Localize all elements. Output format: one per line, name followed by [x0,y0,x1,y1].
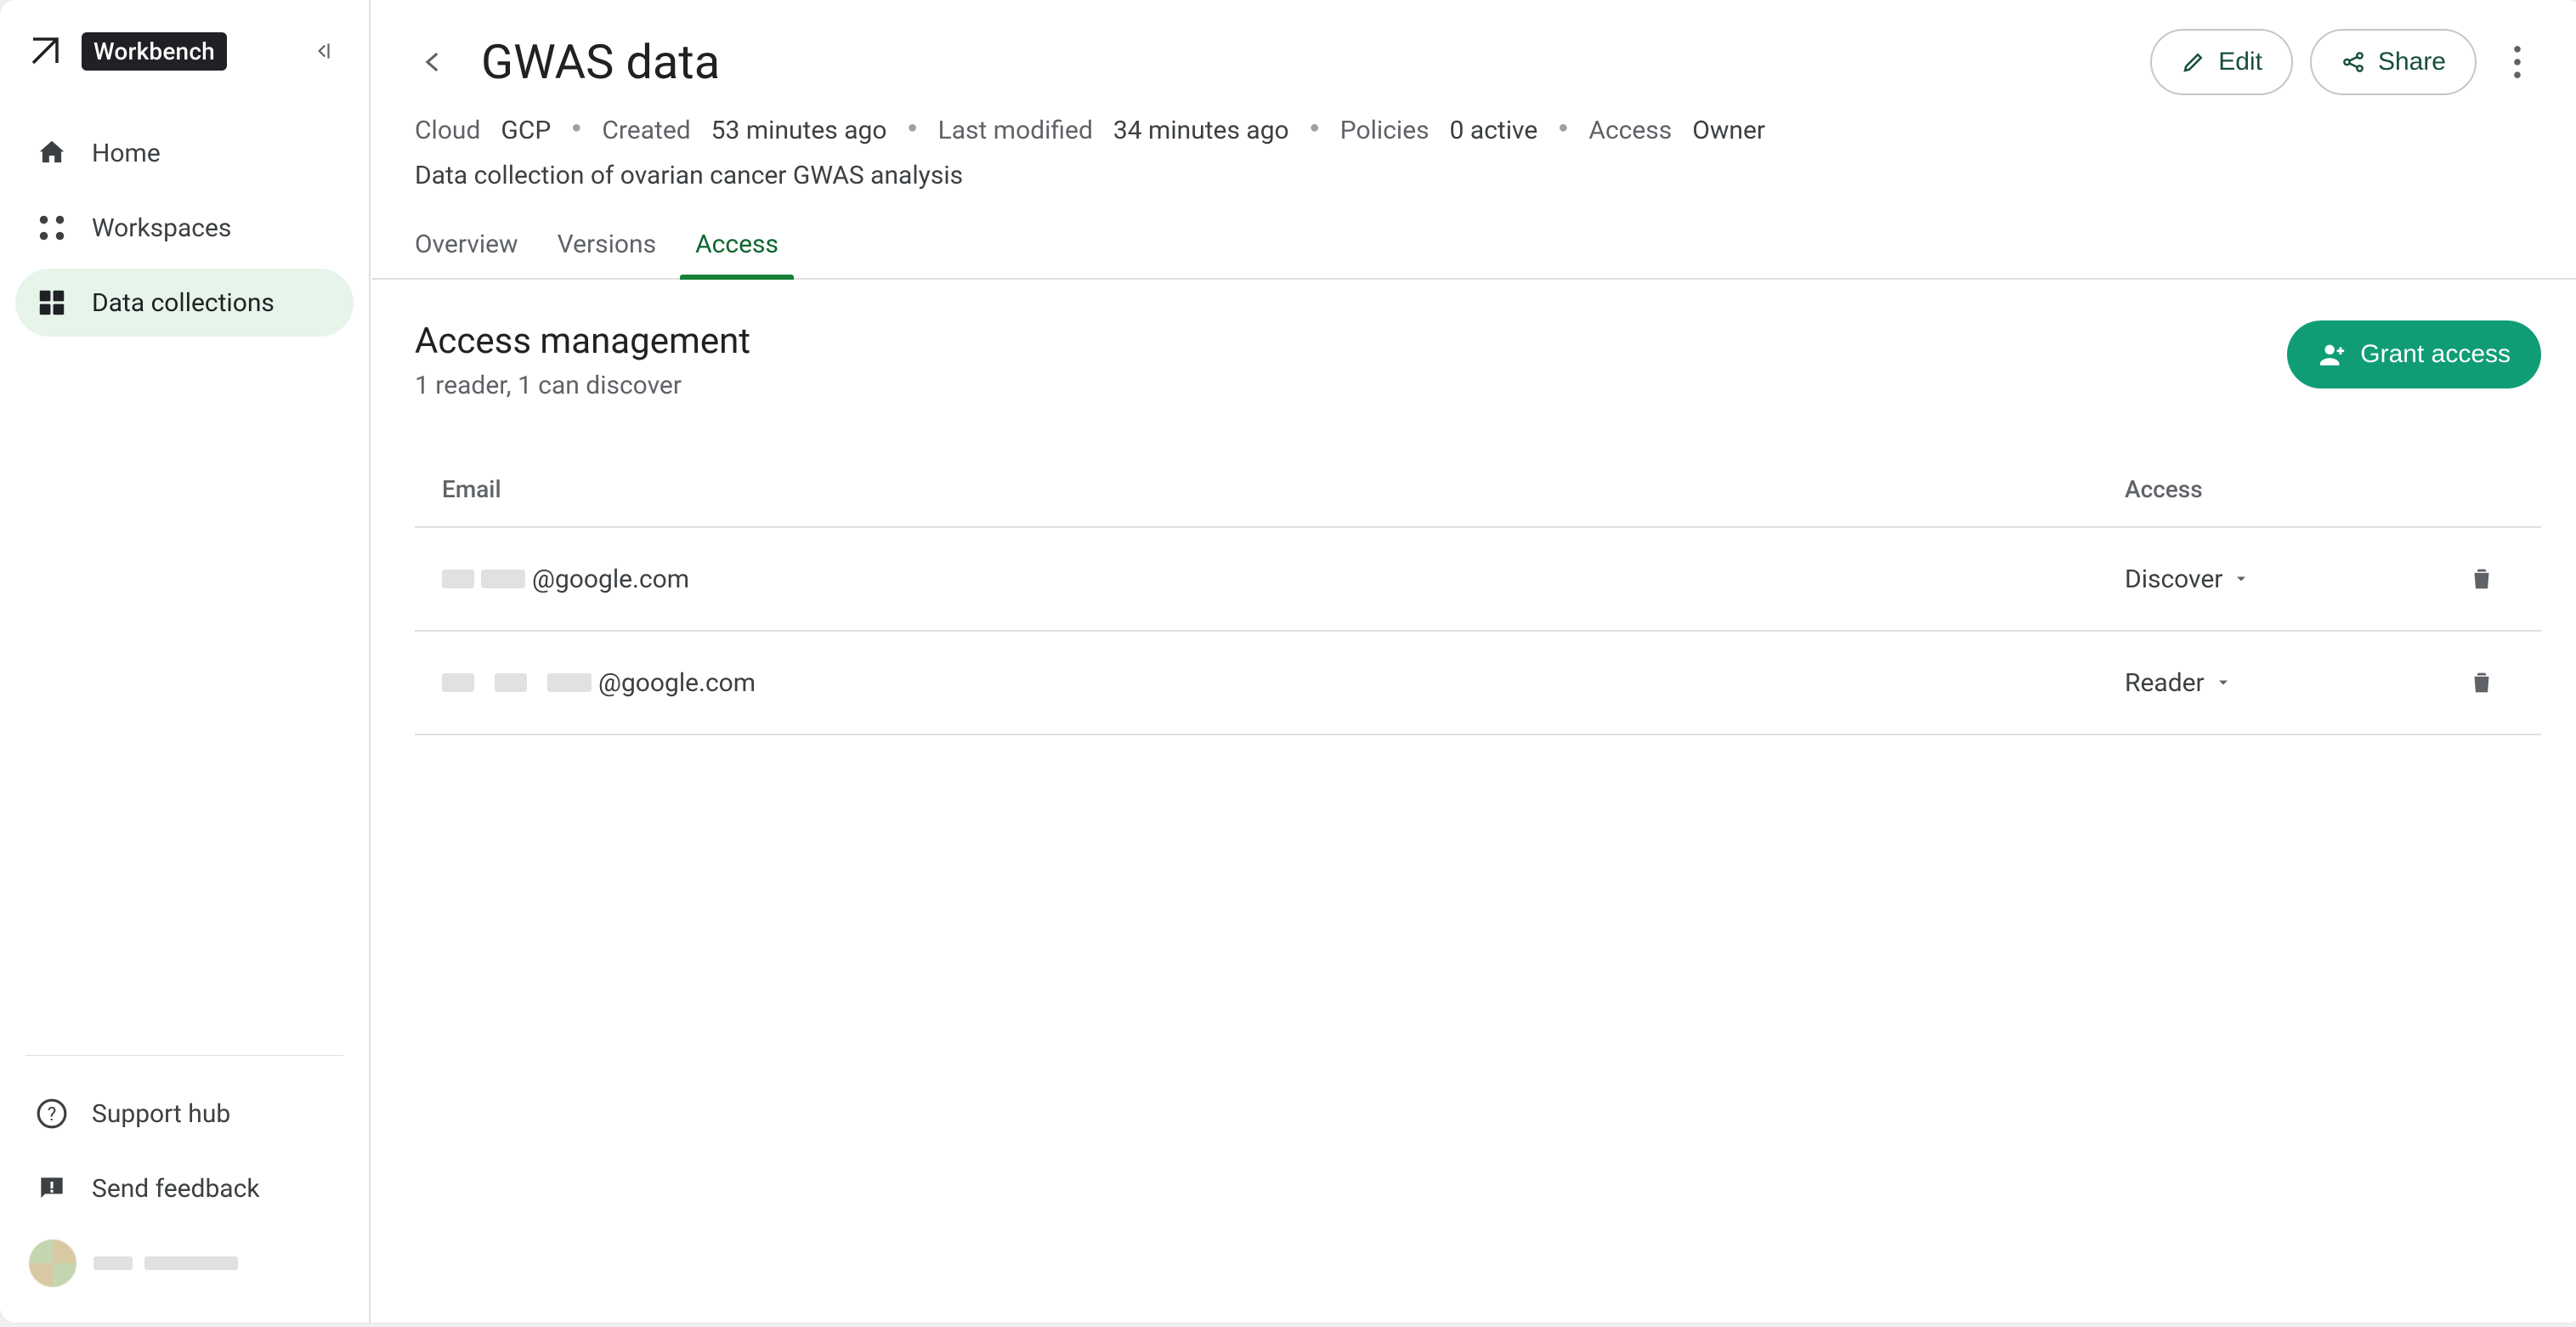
email-cell: @google.com [442,564,2125,594]
description: Data collection of ovarian cancer GWAS a… [372,149,2576,214]
collapse-sidebar-button[interactable] [297,26,348,77]
tab-versions[interactable]: Versions [558,214,656,278]
meta-policies-val: 0 active [1450,116,1538,145]
meta-modified-val: 34 minutes ago [1113,116,1289,145]
access-management-header: Access management 1 reader, 1 can discov… [415,320,2541,400]
share-label: Share [2378,48,2446,77]
meta-policies-label: Policies [1340,116,1430,145]
col-access: Access [2125,475,2431,503]
email-redacted [481,570,525,588]
sidebar-item-feedback[interactable]: Send feedback [15,1154,354,1222]
tab-overview[interactable]: Overview [415,214,518,278]
access-value: Discover [2125,564,2222,594]
svg-text:?: ? [48,1103,56,1126]
app-name: Workbench [82,32,227,71]
edit-button[interactable]: Edit [2150,29,2293,95]
grant-access-label: Grant access [2360,340,2511,369]
logo-icon [27,33,63,69]
meta-row: Cloud GCP ● Created 53 minutes ago ● Las… [372,107,2576,149]
sidebar-item-label: Home [92,139,161,168]
grant-access-button[interactable]: Grant access [2287,320,2541,388]
sidebar-footer: ? Support hub Send feedback [0,1055,369,1323]
meta-modified-label: Last modified [938,116,1093,145]
email-redacted [495,673,527,692]
sidebar: Workbench Home Workspaces Data collectio… [0,0,371,1323]
grant-access-icon [2318,340,2347,369]
access-management-subtitle: 1 reader, 1 can discover [415,371,750,400]
email-redacted [547,673,592,692]
title-actions: Edit Share [2150,29,2541,95]
meta-access-val: Owner [1692,116,1765,145]
access-value: Reader [2125,668,2205,698]
email-cell: @google.com [442,668,2125,698]
title-row: GWAS data Edit Share [372,0,2576,107]
meta-created-val: 53 minutes ago [711,116,887,145]
sidebar-item-support[interactable]: ? Support hub [15,1080,354,1148]
access-select[interactable]: Discover [2125,564,2431,594]
tabs: Overview Versions Access [372,214,2576,280]
meta-cloud-label: Cloud [415,116,480,145]
sidebar-item-label: Send feedback [92,1174,260,1204]
access-management-title: Access management [415,320,750,362]
table-header: Email Access [415,451,2541,528]
divider [25,1055,343,1056]
trash-icon [2467,564,2496,593]
tab-access[interactable]: Access [695,214,778,278]
sidebar-item-label: Data collections [92,288,275,318]
nav-list: Home Workspaces Data collections [0,102,369,337]
content: Access management 1 reader, 1 can discov… [372,280,2576,1323]
page-title: GWAS data [481,34,720,90]
meta-cloud-val: GCP [501,116,551,145]
meta-access-label: Access [1588,116,1672,145]
table-row: @google.com Reader [415,632,2541,735]
sidebar-header: Workbench [0,0,369,102]
avatar [29,1239,76,1287]
access-select[interactable]: Reader [2125,668,2431,698]
edit-label: Edit [2218,48,2262,77]
col-email: Email [442,475,2125,503]
chevron-down-icon [2233,570,2250,587]
user-name-redacted [93,1256,238,1270]
trash-icon [2467,668,2496,697]
email-suffix: @google.com [532,564,689,594]
sidebar-item-data-collections[interactable]: Data collections [15,269,354,337]
more-menu-button[interactable] [2494,29,2541,95]
delete-row-button[interactable] [2431,668,2533,697]
email-suffix: @google.com [598,668,756,698]
email-redacted [442,673,474,692]
table-row: @google.com Discover [415,528,2541,632]
sidebar-item-label: Workspaces [92,213,231,243]
sidebar-item-workspaces[interactable]: Workspaces [15,194,354,262]
back-button[interactable] [410,38,457,86]
delete-row-button[interactable] [2431,564,2533,593]
meta-created-label: Created [602,116,690,145]
sidebar-item-home[interactable]: Home [15,119,354,187]
user-row[interactable] [15,1229,354,1297]
chevron-down-icon [2215,674,2232,691]
sidebar-item-label: Support hub [92,1099,230,1129]
email-redacted [442,570,474,588]
share-button[interactable]: Share [2310,29,2477,95]
access-table: Email Access @google.com Discover [415,451,2541,735]
main: GWAS data Edit Share Cloud GCP ● Created [372,0,2576,1323]
